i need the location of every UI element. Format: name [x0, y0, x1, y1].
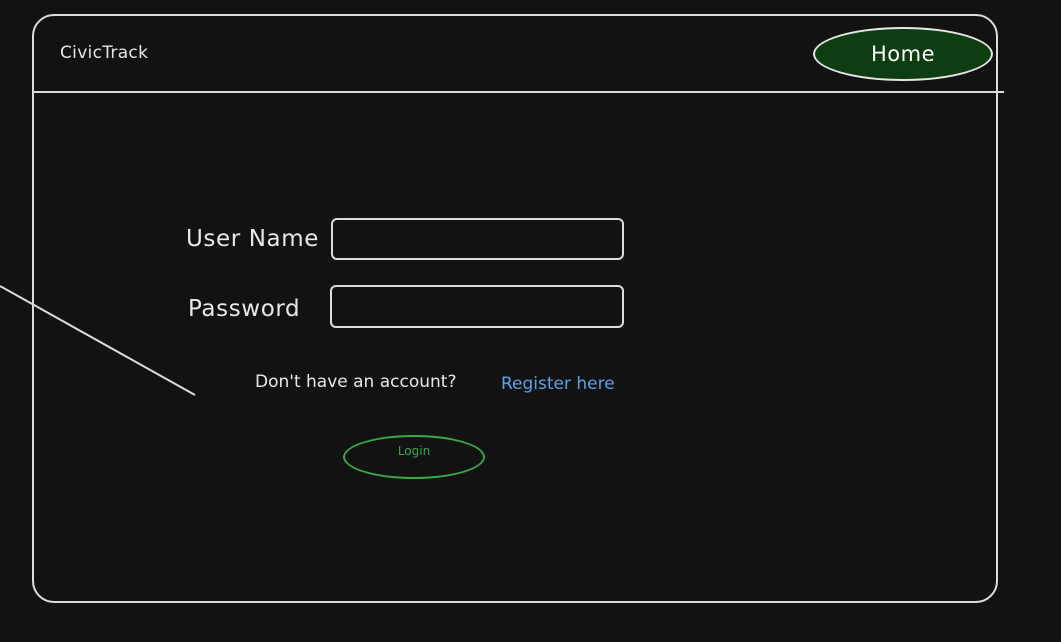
register-link[interactable]: Register here [501, 374, 615, 394]
password-input[interactable] [330, 285, 624, 328]
login-button[interactable]: Login [343, 435, 485, 479]
login-button-label: Login [397, 444, 431, 458]
username-input[interactable] [331, 218, 624, 260]
app-window: CivicTrack Home User Name Password Don't… [0, 0, 1061, 642]
register-prompt: Don't have an account? [255, 372, 457, 392]
password-label: Password [188, 296, 301, 322]
home-button-label: Home [870, 42, 935, 66]
brand-title: CivicTrack [60, 43, 149, 63]
username-label: User Name [186, 226, 319, 252]
home-button[interactable]: Home [813, 27, 993, 81]
header-divider [32, 91, 1004, 93]
